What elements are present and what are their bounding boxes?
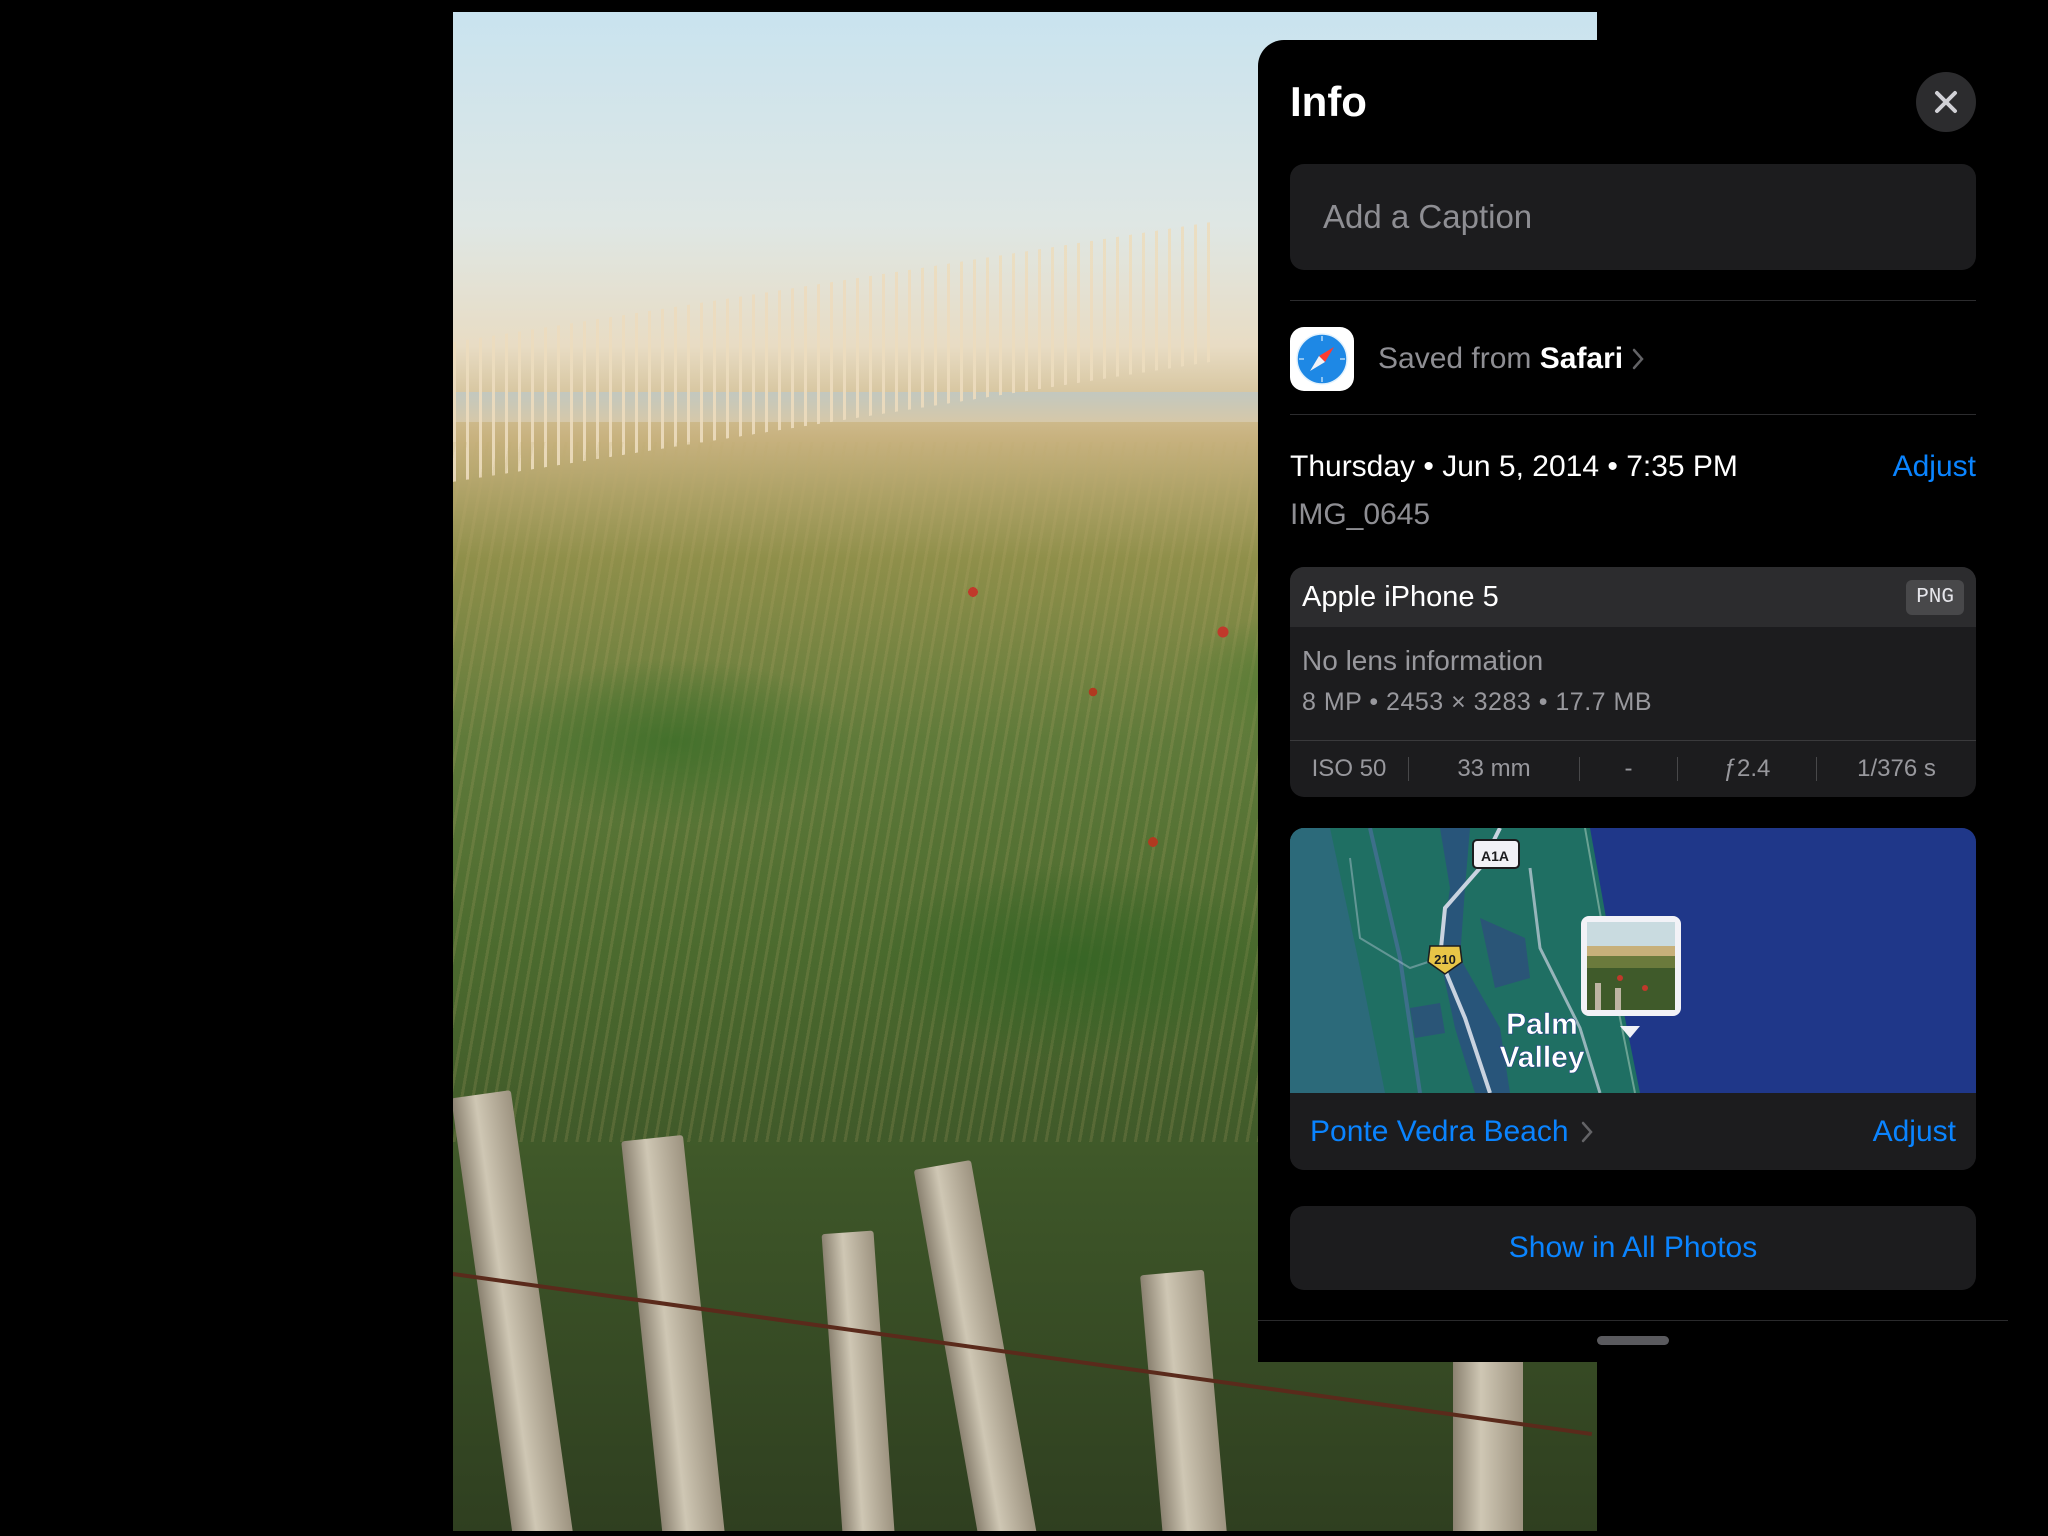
panel-title: Info xyxy=(1290,78,1367,125)
map-place-label-line2: Valley xyxy=(1499,1041,1584,1074)
exif-iso: ISO 50 xyxy=(1311,755,1387,782)
road-shield-210: 210 xyxy=(1434,952,1456,967)
exif-row: ISO 50 33 mm - ƒ2.4 1/376 s xyxy=(1290,741,1976,797)
exif-aperture: ƒ2.4 xyxy=(1723,755,1771,782)
divider xyxy=(1290,414,1976,415)
location-map[interactable]: A1A 210 Palm Valley xyxy=(1290,828,1976,1093)
camera-header: Apple iPhone 5 PNG xyxy=(1290,567,1976,627)
location-name: Ponte Vedra Beach xyxy=(1310,1114,1569,1148)
format-badge: PNG xyxy=(1906,579,1964,615)
camera-device: Apple iPhone 5 xyxy=(1302,580,1499,613)
location-name-link[interactable]: Ponte Vedra Beach xyxy=(1310,1115,1593,1149)
caption-input[interactable] xyxy=(1290,164,1976,270)
adjust-date-button[interactable]: Adjust xyxy=(1893,450,1976,484)
map-place-label-line1: Palm xyxy=(1506,1008,1578,1041)
lens-info: No lens information xyxy=(1302,645,1544,676)
sheet-grabber[interactable] xyxy=(1597,1336,1669,1345)
divider xyxy=(1290,300,1976,301)
saved-from-prefix: Saved from xyxy=(1378,342,1532,375)
saved-from-app: Safari xyxy=(1539,342,1624,375)
capture-date: Thursday • Jun 5, 2014 • 7:35 PM xyxy=(1290,450,1738,483)
close-icon xyxy=(1935,91,1957,113)
safari-icon xyxy=(1290,327,1354,391)
camera-metadata-card: Apple iPhone 5 PNG No lens information 8… xyxy=(1290,567,1976,797)
chevron-right-icon xyxy=(1632,348,1644,370)
image-specs: 8 MP • 2453 × 3283 • 17.7 MB xyxy=(1302,688,1653,716)
chevron-right-icon xyxy=(1581,1121,1593,1142)
location-card: A1A 210 Palm Valley Ponte Vedra Beach Ad… xyxy=(1290,828,1976,1170)
road-shield-a1a: A1A xyxy=(1481,848,1509,864)
exif-focal-length: 33 mm xyxy=(1457,755,1531,782)
photo-fence-post xyxy=(1453,1342,1523,1531)
adjust-location-button[interactable]: Adjust xyxy=(1873,1115,1956,1149)
location-footer: Ponte Vedra Beach Adjust xyxy=(1290,1093,1976,1170)
show-in-all-photos-button[interactable]: Show in All Photos xyxy=(1290,1206,1976,1290)
map-graphic: A1A 210 Palm Valley xyxy=(1290,828,1681,1093)
exif-exposure-bias: - xyxy=(1624,755,1633,782)
file-name: IMG_0645 xyxy=(1290,498,1431,531)
info-panel: Info Saved from Safari xyxy=(1258,40,2008,1362)
close-button[interactable] xyxy=(1916,72,1976,132)
saved-from-row[interactable]: Saved from Safari xyxy=(1290,326,1976,392)
divider xyxy=(1258,1320,2008,1321)
exif-shutter: 1/376 s xyxy=(1857,755,1936,782)
